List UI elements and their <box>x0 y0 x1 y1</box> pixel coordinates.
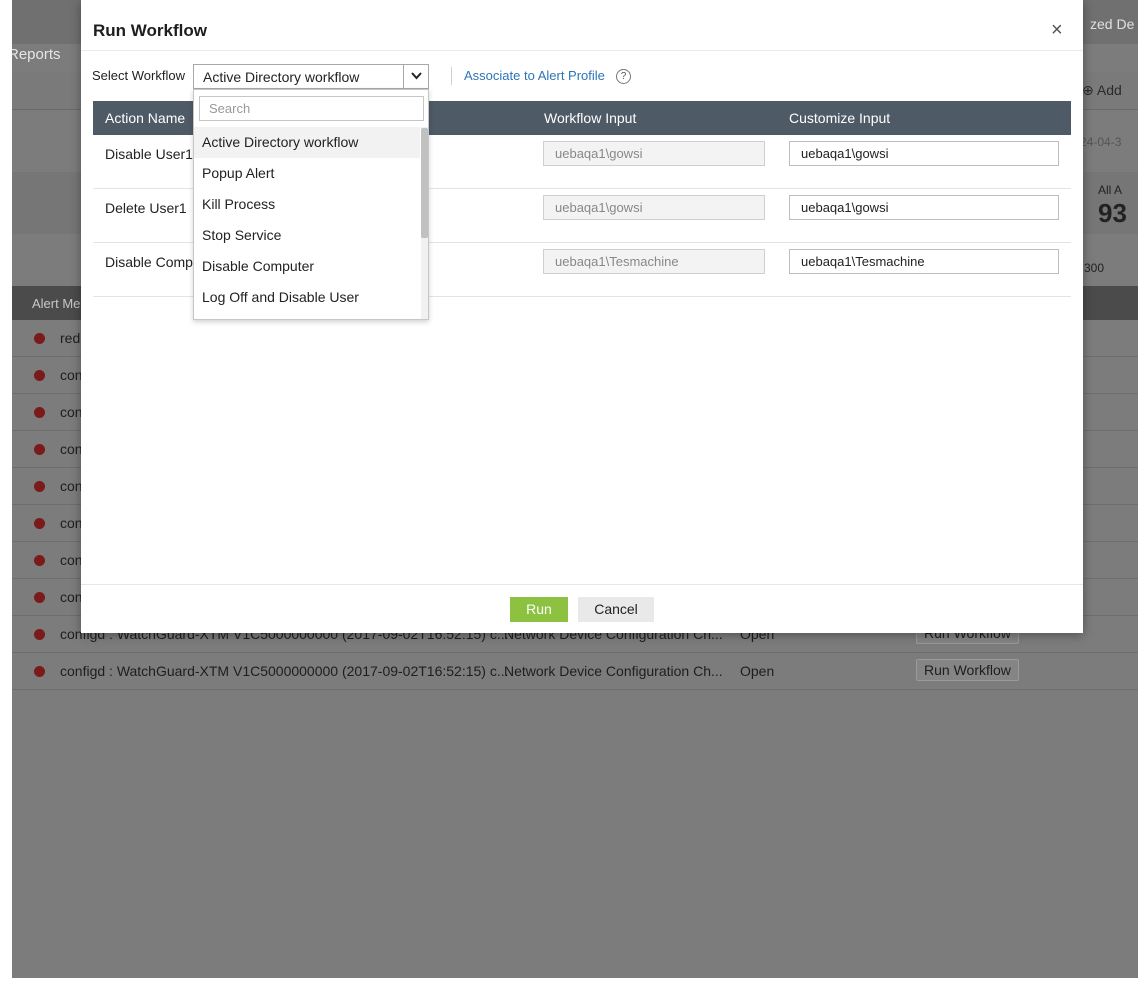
alert-dot-icon <box>34 666 45 677</box>
col-customize-input: Customize Input <box>789 110 891 126</box>
bg-row-message: red <box>60 330 81 346</box>
bg-row-message: con <box>60 478 83 494</box>
alert-dot-icon <box>34 555 45 566</box>
dropdown-search-input[interactable]: Search <box>199 96 424 121</box>
dropdown-option[interactable]: Log Off and Disable User <box>194 282 420 313</box>
bg-header-fragment: zed De <box>1090 16 1135 32</box>
toolbar-divider <box>451 67 452 85</box>
alert-dot-icon <box>34 481 45 492</box>
close-icon[interactable]: × <box>1051 20 1063 40</box>
workflow-input-field: uebaqa1\Tesmachine <box>543 249 765 274</box>
alert-dot-icon <box>34 407 45 418</box>
dropdown-option[interactable]: Stop Service <box>194 220 420 251</box>
alert-dot-icon <box>34 518 45 529</box>
bg-col-alert-message: Alert Me <box>32 296 81 311</box>
bg-row-message: configd : WatchGuard-XTM V1C5000000000 (… <box>60 663 509 679</box>
chevron-down-icon[interactable] <box>403 65 428 88</box>
bg-alert-count: 93 <box>1098 198 1127 228</box>
bg-add-button: ⊕ Add <box>1082 82 1122 98</box>
bg-row-type: Network Device Configuration Ch... <box>504 663 723 679</box>
bg-row-message: con <box>60 441 83 457</box>
workflow-dropdown-list: Search Active Directory workflow Popup A… <box>193 89 429 320</box>
help-icon[interactable]: ? <box>616 69 631 84</box>
bg-row-message: con <box>60 515 83 531</box>
bg-row-status: Open <box>740 663 775 679</box>
workflow-input-field: uebaqa1\gowsi <box>543 141 765 166</box>
workflow-select-value: Active Directory workflow <box>203 69 360 85</box>
bg-table-row: configd : WatchGuard-XTM V1C5000000000 (… <box>12 653 1138 690</box>
dropdown-option[interactable]: Disable Computer <box>194 251 420 282</box>
alert-dot-icon <box>34 370 45 381</box>
customize-input-field[interactable]: uebaqa1\Tesmachine <box>789 249 1059 274</box>
bg-row-message: con <box>60 367 83 383</box>
bg-run-workflow-button: Run Workflow <box>916 659 1019 681</box>
associate-alert-profile-link[interactable]: Associate to Alert Profile <box>464 68 605 83</box>
cancel-button[interactable]: Cancel <box>578 597 654 622</box>
alert-dot-icon <box>34 444 45 455</box>
select-workflow-label: Select Workflow <box>92 68 185 83</box>
bg-add-label: Add <box>1096 82 1122 98</box>
dropdown-scrollbar-thumb[interactable] <box>421 128 428 238</box>
col-workflow-input: Workflow Input <box>544 110 637 126</box>
alert-dot-icon <box>34 333 45 344</box>
dropdown-option[interactable]: Kill Process <box>194 189 420 220</box>
bg-page-size: 300 <box>1084 261 1105 275</box>
col-action-name: Action Name <box>105 110 186 126</box>
workflow-select[interactable]: Active Directory workflow <box>193 64 429 89</box>
bg-row-message: con <box>60 552 83 568</box>
bg-reports-tab: Reports <box>12 46 61 63</box>
dropdown-option[interactable]: Popup Alert <box>194 158 420 189</box>
action-name: Disable User1 <box>105 146 193 162</box>
bg-all-alerts-label: All A <box>1098 183 1123 197</box>
footer-divider <box>81 584 1083 585</box>
customize-input-field[interactable]: uebaqa1\gowsi <box>789 141 1059 166</box>
action-name: Delete User1 <box>105 200 187 216</box>
bg-row-message: con <box>60 589 83 605</box>
bg-row-message: con <box>60 404 83 420</box>
alert-dot-icon <box>34 592 45 603</box>
title-divider <box>81 50 1083 51</box>
action-name: Disable Compu <box>105 254 201 270</box>
customize-input-field[interactable]: uebaqa1\gowsi <box>789 195 1059 220</box>
dropdown-option[interactable]: Active Directory workflow <box>194 127 420 158</box>
workflow-input-field: uebaqa1\gowsi <box>543 195 765 220</box>
run-button[interactable]: Run <box>510 597 568 622</box>
bg-date-fragment: 24-04-3 <box>1080 135 1122 149</box>
alert-dot-icon <box>34 629 45 640</box>
dialog-title: Run Workflow <box>93 21 207 40</box>
